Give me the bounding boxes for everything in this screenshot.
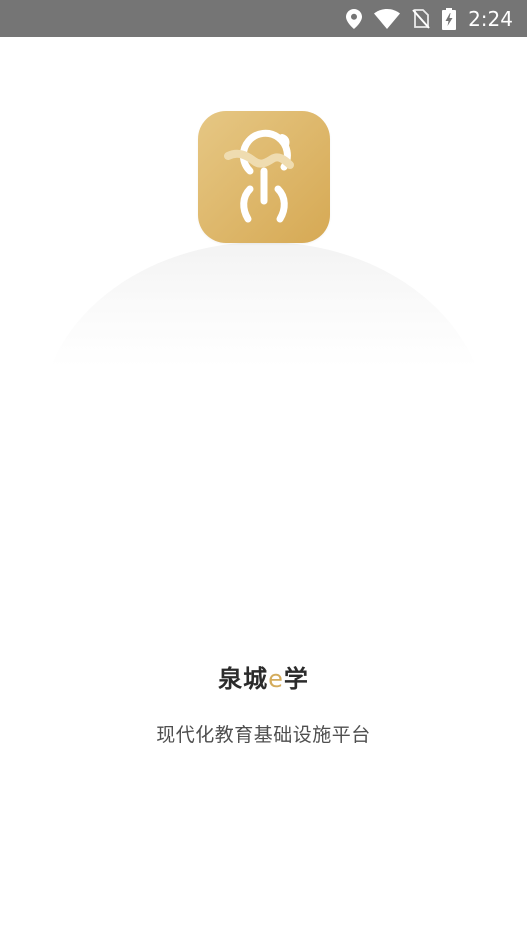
quancheng-logo-icon xyxy=(224,129,294,223)
no-sim-icon xyxy=(412,8,430,29)
status-time: 2:24 xyxy=(468,6,513,31)
splash-screen: 泉城e学 现代化教育基础设施平台 xyxy=(0,37,527,938)
app-name-part2: 学 xyxy=(283,665,309,693)
wifi-icon xyxy=(374,8,401,29)
app-name: 泉城e学 xyxy=(0,659,527,694)
location-icon xyxy=(346,8,363,29)
status-bar: 2:24 xyxy=(0,0,527,37)
tagline: 现代化教育基础设施平台 xyxy=(156,724,371,746)
background-arc xyxy=(40,242,487,422)
app-name-part1: 泉城 xyxy=(218,665,269,693)
battery-charging-icon xyxy=(442,7,457,30)
app-logo xyxy=(198,111,330,243)
app-name-accent: e xyxy=(268,665,284,693)
